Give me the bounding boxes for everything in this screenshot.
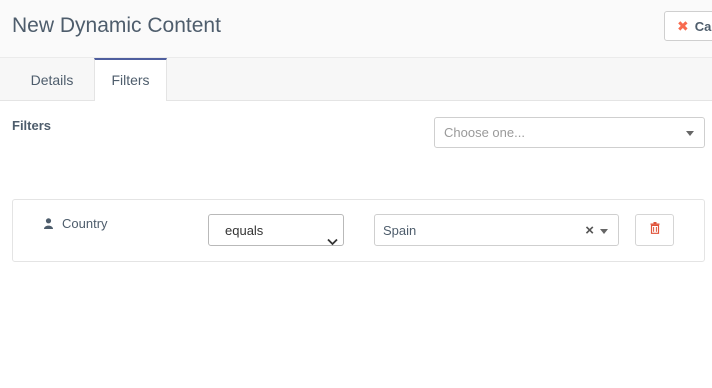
caret-down-icon [686, 131, 694, 136]
delete-filter-button[interactable] [635, 214, 674, 246]
clear-icon[interactable]: × [585, 215, 594, 246]
chevron-down-icon [327, 226, 338, 257]
filter-field: Country [44, 216, 108, 231]
filter-field-label: Country [62, 216, 108, 231]
filter-value: Spain [383, 223, 417, 238]
add-filter-select[interactable]: Choose one... [434, 117, 705, 148]
user-icon [44, 218, 53, 229]
operator-select[interactable]: equals [208, 214, 344, 246]
cancel-button-label: Can [694, 18, 712, 34]
operator-value: equals [225, 223, 264, 238]
add-filter-placeholder: Choose one... [444, 125, 525, 140]
tab-details[interactable]: Details [12, 58, 92, 100]
close-icon: ✖ [677, 17, 689, 34]
filters-section-label: Filters [12, 118, 52, 133]
page-header: New Dynamic Content ✖ Can [0, 0, 712, 58]
caret-down-icon [600, 229, 608, 234]
filter-value-select[interactable]: Spain × [374, 214, 619, 246]
cancel-button[interactable]: ✖ Can [664, 11, 712, 41]
page-title: New Dynamic Content [12, 14, 221, 37]
tab-bar: Details Filters [0, 58, 712, 101]
trash-icon [650, 221, 660, 239]
tab-filters[interactable]: Filters [94, 58, 167, 101]
